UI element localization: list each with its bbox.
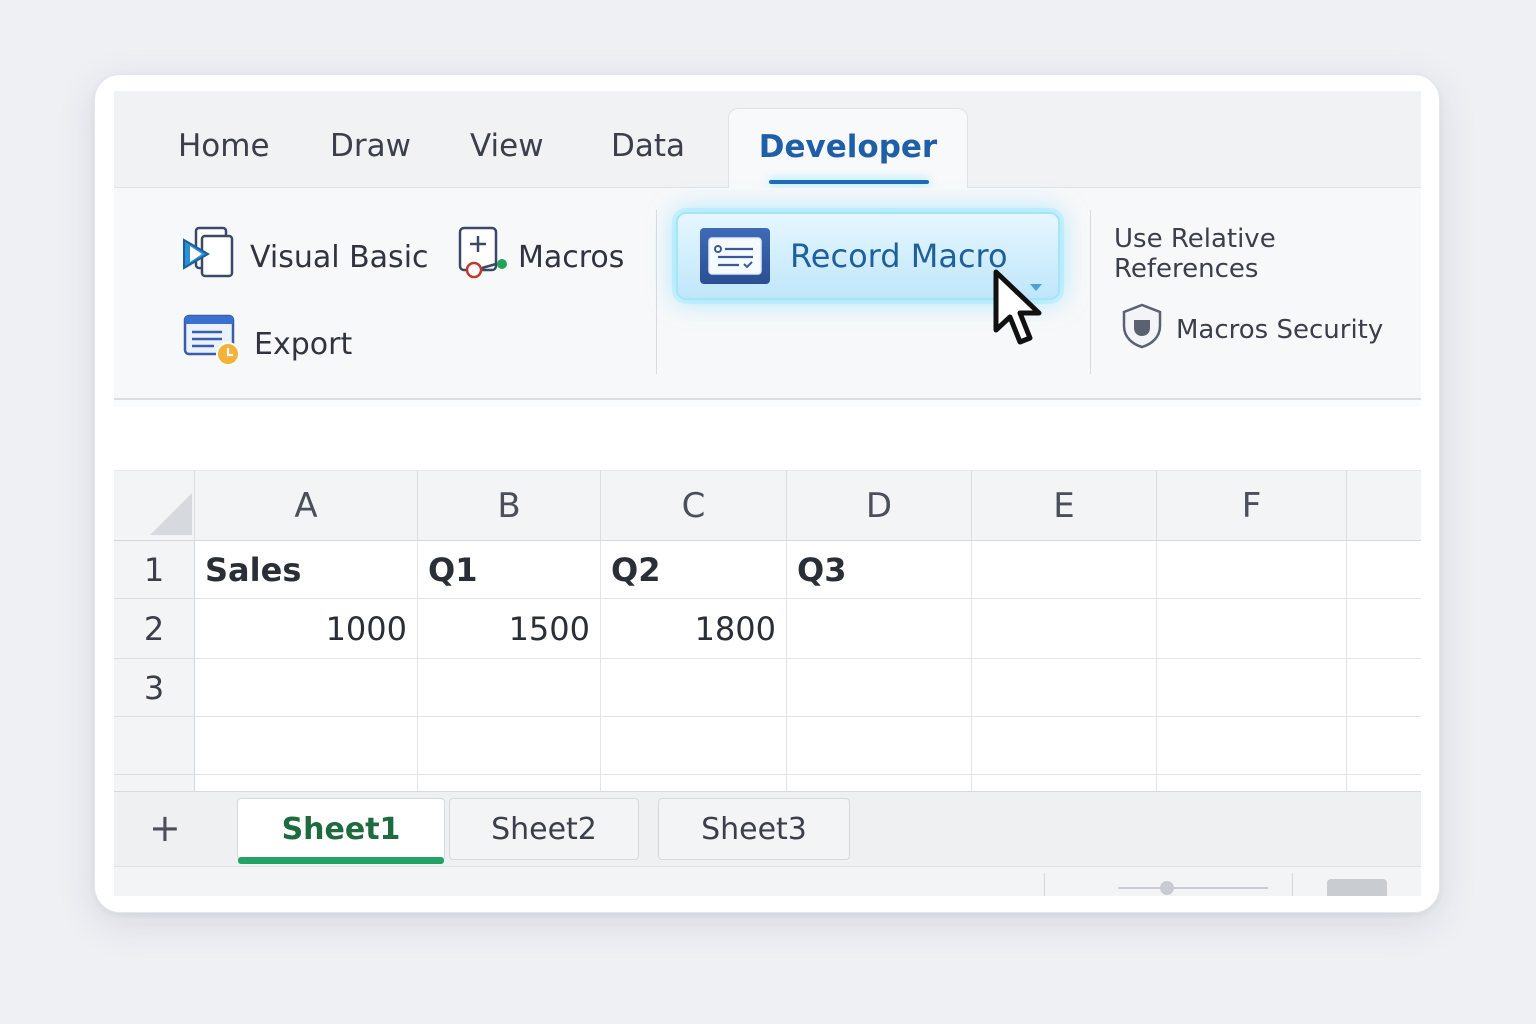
tab-developer-label: Developer	[758, 129, 938, 165]
tab-home[interactable]: Home	[178, 128, 270, 164]
export-button[interactable]: Export	[182, 312, 352, 376]
macros-button[interactable]: Macros	[456, 224, 624, 290]
cell-f3[interactable]	[1157, 659, 1347, 717]
macros-label: Macros	[518, 239, 625, 275]
tab-view[interactable]: View	[470, 128, 544, 164]
cell-a2[interactable]: 1000	[195, 599, 418, 659]
cell-e2[interactable]	[972, 599, 1157, 659]
ribbon-tab-bar: Home Draw View Data Developer	[114, 91, 1421, 190]
zoom-slider[interactable]	[1118, 887, 1268, 889]
cell-b3[interactable]	[418, 659, 601, 717]
zoom-slider-thumb[interactable]	[1160, 881, 1174, 895]
sheet-tab-sheet1[interactable]: Sheet1	[237, 798, 445, 864]
sheet-tab-sheet2[interactable]: Sheet2	[449, 798, 639, 860]
column-header-c[interactable]: C	[601, 471, 787, 541]
column-header-extra[interactable]	[1347, 471, 1421, 541]
cell-d1[interactable]: Q3	[787, 541, 972, 599]
cell-c3[interactable]	[601, 659, 787, 717]
column-header-d[interactable]: D	[787, 471, 972, 541]
row-header-5[interactable]	[114, 775, 195, 791]
row-header-1[interactable]: 1	[114, 541, 195, 599]
mouse-pointer-icon	[992, 268, 1052, 356]
visual-basic-icon	[182, 224, 236, 290]
active-tab-underline	[769, 180, 929, 184]
view-toggle-button[interactable]	[1327, 879, 1387, 896]
shield-icon	[1120, 302, 1164, 357]
tab-developer[interactable]: Developer	[728, 108, 968, 190]
visual-basic-button[interactable]: Visual Basic	[182, 224, 429, 290]
cell-f4[interactable]	[1157, 717, 1347, 775]
cell-g1[interactable]	[1347, 541, 1421, 599]
row-header-4[interactable]	[114, 717, 195, 775]
cell-b4[interactable]	[418, 717, 601, 775]
ribbon-separator	[1090, 210, 1091, 374]
column-header-b[interactable]: B	[418, 471, 601, 541]
add-sheet-button[interactable]: +	[149, 806, 181, 850]
cell-e1[interactable]	[972, 541, 1157, 599]
column-header-f[interactable]: F	[1157, 471, 1347, 541]
active-sheet-indicator	[238, 857, 444, 864]
cell-a4[interactable]	[195, 717, 418, 775]
spreadsheet-window: Home Draw View Data Developer Visual Bas…	[94, 74, 1440, 913]
cell-e5[interactable]	[972, 775, 1157, 791]
cell-a3[interactable]	[195, 659, 418, 717]
cell-b1[interactable]: Q1	[418, 541, 601, 599]
macros-icon	[456, 224, 512, 290]
record-macro-label: Record Macro	[790, 237, 1008, 275]
cell-d4[interactable]	[787, 717, 972, 775]
cell-g2[interactable]	[1347, 599, 1421, 659]
cell-b5[interactable]	[418, 775, 601, 791]
cell-d2[interactable]	[787, 599, 972, 659]
row-header-3[interactable]: 3	[114, 659, 195, 717]
cell-b2[interactable]: 1500	[418, 599, 601, 659]
sheet-tab-bar: + Sheet1 Sheet2 Sheet3	[114, 791, 1421, 866]
cell-a5[interactable]	[195, 775, 418, 791]
ribbon-separator	[656, 210, 657, 374]
macros-security-label: Macros Security	[1176, 314, 1384, 345]
column-header-a[interactable]: A	[195, 471, 418, 541]
row-header-2[interactable]: 2	[114, 599, 195, 659]
status-separator	[1044, 873, 1045, 896]
export-icon	[182, 312, 240, 376]
export-label: Export	[254, 326, 353, 362]
cell-d3[interactable]	[787, 659, 972, 717]
sheet-tab-label: Sheet1	[281, 812, 401, 847]
cell-e3[interactable]	[972, 659, 1157, 717]
cell-g3[interactable]	[1347, 659, 1421, 717]
record-macro-icon	[700, 228, 770, 284]
tab-data[interactable]: Data	[611, 128, 685, 164]
status-bar	[114, 866, 1421, 896]
spreadsheet-grid: A B C D E F 1 2 3 Sales Q1 Q2 Q3 1000 15…	[114, 471, 1421, 791]
cell-f5[interactable]	[1157, 775, 1347, 791]
cell-f1[interactable]	[1157, 541, 1347, 599]
column-header-e[interactable]: E	[972, 471, 1157, 541]
status-separator	[1292, 873, 1293, 896]
visual-basic-label: Visual Basic	[250, 239, 429, 275]
tab-draw[interactable]: Draw	[330, 128, 411, 164]
cell-f2[interactable]	[1157, 599, 1347, 659]
cell-g4[interactable]	[1347, 717, 1421, 775]
select-all-corner[interactable]	[114, 471, 195, 541]
use-relative-references-button[interactable]: Use Relative References	[1114, 224, 1421, 284]
cell-d5[interactable]	[787, 775, 972, 791]
formula-bar[interactable]	[114, 407, 1421, 471]
cell-a1[interactable]: Sales	[195, 541, 418, 599]
macros-security-button[interactable]: Macros Security	[1120, 302, 1383, 357]
cell-c4[interactable]	[601, 717, 787, 775]
cell-c1[interactable]: Q2	[601, 541, 787, 599]
cell-c5[interactable]	[601, 775, 787, 791]
developer-ribbon: Visual Basic Macros Export Record Macro …	[114, 188, 1421, 400]
cell-c2[interactable]: 1800	[601, 599, 787, 659]
cell-e4[interactable]	[972, 717, 1157, 775]
sheet-tab-sheet3[interactable]: Sheet3	[658, 798, 850, 860]
app-frame: Home Draw View Data Developer Visual Bas…	[114, 91, 1421, 896]
use-relative-references-label: Use Relative References	[1114, 224, 1276, 284]
